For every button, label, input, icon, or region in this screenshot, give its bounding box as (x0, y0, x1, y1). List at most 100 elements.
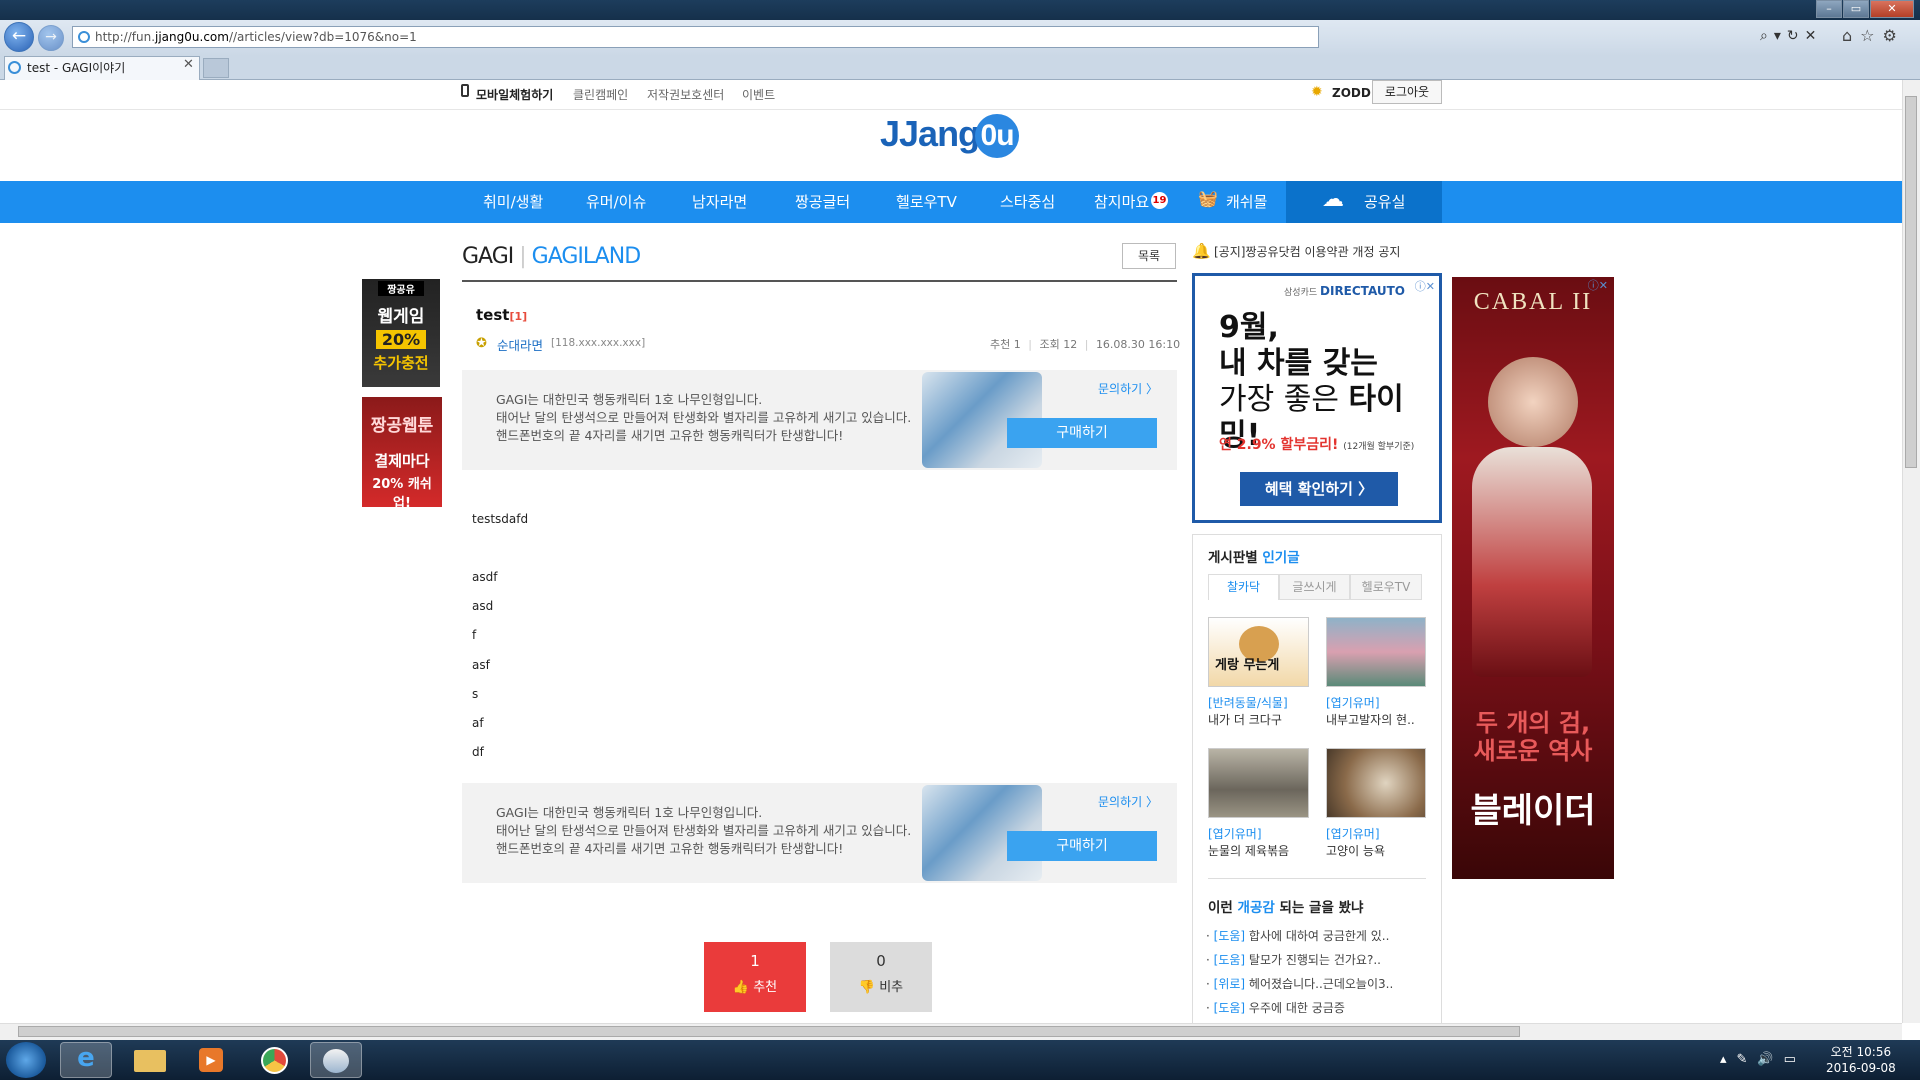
related-item[interactable]: · [도움] 우주에 대한 궁금증 (1206, 999, 1345, 1016)
clean-campaign-link[interactable]: 클린캠페인 (573, 86, 628, 103)
user-name[interactable]: ZODD (1332, 86, 1371, 100)
related-item[interactable]: · [도움] 탈모가 진행되는 건가요?.. (1206, 951, 1381, 968)
popular-title: 게시판별 인기글 (1208, 546, 1300, 566)
webtoon-ad-top: 짱공웹툰 (370, 416, 434, 436)
maximize-button[interactable]: ▭ (1843, 0, 1869, 18)
nav-item-share[interactable]: 공유실 (1364, 191, 1405, 212)
list-button[interactable]: 목록 (1122, 243, 1176, 269)
logo-mark: 0u (975, 114, 1020, 159)
close-window-button[interactable]: ✕ (1870, 0, 1914, 18)
related-item[interactable]: · [도움] 합사에 대하여 궁금한게 있.. (1206, 927, 1389, 944)
related-title-text: 탈모가 진행되는 건가요?.. (1248, 953, 1381, 967)
mobile-link[interactable]: 모바일체험하기 (476, 86, 553, 103)
tray-icons[interactable]: ▴✎🔊▭ (1720, 1052, 1806, 1067)
promo-line: GAGI는 대한민국 행동캐릭터 1호 나무인형입니다. (496, 392, 763, 407)
nav-item-hellotv[interactable]: 헬로우TV (896, 191, 957, 212)
nav-item-adult[interactable]: 참지마요 (1094, 191, 1149, 212)
bell-icon: 🔔 (1192, 242, 1211, 260)
taskbar-clock[interactable]: 오전 10:56 2016-09-08 (1826, 1044, 1896, 1076)
thumb-cat[interactable] (1326, 748, 1426, 818)
nav-item-star[interactable]: 스타중심 (1000, 191, 1055, 212)
ad-close-icon[interactable]: ⓘ✕ (1588, 277, 1608, 293)
back-button[interactable]: ← (4, 22, 34, 52)
thumb-dog[interactable]: 게랑 무는게 (1208, 617, 1309, 687)
cabal-title: 블레이더 (1470, 791, 1596, 831)
notice-link[interactable]: [공지]짱공유닷컴 이용약관 개정 공지 (1214, 243, 1400, 260)
taskbar-ie[interactable]: e (60, 1042, 112, 1078)
nav-item-humor[interactable]: 유머/이슈 (586, 191, 646, 212)
thumb-whistleblower[interactable] (1326, 617, 1426, 687)
thumb-food[interactable] (1208, 748, 1309, 818)
address-tools-icons[interactable]: ⌕▾↻✕ (1760, 28, 1822, 44)
copyright-center-link[interactable]: 저작권보호센터 (647, 86, 724, 103)
promo-top-ask-link[interactable]: 문의하기 〉 (1098, 380, 1158, 397)
basket-icon: 🧺 (1198, 189, 1218, 208)
cabal-line: 두 개의 검, (1475, 709, 1591, 737)
nav-item-writing[interactable]: 짱공글터 (795, 191, 850, 212)
event-link[interactable]: 이벤트 (742, 86, 775, 103)
promo-line: GAGI는 대한민국 행동캐릭터 1호 나무인형입니다. (496, 805, 763, 820)
taskbar-explorer[interactable] (124, 1042, 176, 1078)
window-controls: – ▭ ✕ (1815, 0, 1914, 18)
minimize-button[interactable]: – (1816, 0, 1842, 18)
taskbar-chrome[interactable] (248, 1042, 300, 1078)
recommend-button[interactable]: 1 👍 추천 (704, 942, 806, 1012)
nav-item-men[interactable]: 남자라면 (692, 191, 747, 212)
related-item[interactable]: · [위로] 헤어졌습니다..근데오늘이3.. (1206, 975, 1393, 992)
ad-brand: DIRECTAUTO (1320, 284, 1405, 298)
horizontal-scroll-thumb[interactable] (18, 1026, 1520, 1037)
cabal-ad[interactable]: CABAL II ⓘ✕ 두 개의 검, 새로운 역사 블레이더 (1452, 277, 1614, 879)
author-name[interactable]: 순대라면 (497, 335, 543, 354)
address-bar[interactable]: http://fun.jjang0u.com//articles/view?db… (72, 26, 1319, 48)
tab-title: test - GAGI이야기 (27, 61, 126, 75)
start-button[interactable] (6, 1042, 46, 1078)
taskbar-paint[interactable] (310, 1042, 362, 1078)
promo-bottom-buy-button[interactable]: 구매하기 (1007, 831, 1157, 861)
ad-cta-button[interactable]: 혜택 확인하기 〉 (1240, 472, 1398, 506)
cloud-upload-icon: ☁ (1322, 187, 1344, 212)
related-category: [위로] (1213, 977, 1246, 991)
direct-auto-ad[interactable]: 삼성카드 DIRECTAUTO ⓘ✕ 9월, 내 차를 갖는 가장 좋은 타이밍… (1192, 273, 1442, 523)
body-line: testsdafd (472, 512, 529, 526)
comment-count[interactable]: [1] (509, 310, 527, 323)
browser-tab[interactable]: test - GAGI이야기 (4, 56, 200, 80)
vertical-scroll-thumb[interactable] (1905, 96, 1917, 468)
popular-item-title[interactable]: 눈물의 제육볶음 (1208, 842, 1289, 859)
logout-button[interactable]: 로그아웃 (1372, 80, 1442, 104)
popular-item-title[interactable]: 내부고발자의 현.. (1326, 711, 1415, 728)
ad-close-icon[interactable]: ⓘ✕ (1415, 278, 1435, 294)
not-recommend-count: 0 (876, 952, 886, 970)
nav-item-shop[interactable]: 캐쉬몰 (1226, 191, 1267, 212)
tab-chalkadak[interactable]: 찰카닥 (1208, 574, 1279, 600)
forward-button[interactable]: → (38, 25, 64, 51)
webgame-ad-top: 짱공유 (378, 281, 424, 296)
popular-item-category[interactable]: [반려동물/식물] (1208, 694, 1288, 711)
webtoon-ad-mid: 결제마다 (374, 452, 430, 470)
popular-item-category[interactable]: [엽기유머] (1208, 825, 1262, 842)
nav-item-hobby[interactable]: 취미/생활 (483, 191, 543, 212)
popular-item-title[interactable]: 고양이 능욕 (1326, 842, 1385, 859)
promo-bottom-ask-link[interactable]: 문의하기 〉 (1098, 793, 1158, 810)
thumbs-up-icon: 👍 (732, 980, 750, 995)
divider (1208, 878, 1426, 879)
site-logo[interactable]: JJang0u (880, 113, 1020, 159)
taskbar-media[interactable]: ▶ (185, 1042, 237, 1078)
popular-item-category[interactable]: [엽기유머] (1326, 825, 1380, 842)
board-title: GAGI | GAGILAND (462, 244, 641, 269)
popular-title-a: 게시판별 (1208, 550, 1263, 566)
tab-writing[interactable]: 글쓰시게 (1279, 574, 1350, 600)
tab-hellotv[interactable]: 헬로우TV (1350, 574, 1422, 600)
new-tab-button[interactable] (203, 58, 229, 78)
medal-icon: ✪ (476, 336, 487, 351)
popular-item-category[interactable]: [엽기유머] (1326, 694, 1380, 711)
popular-item-title[interactable]: 내가 더 크다구 (1208, 711, 1282, 728)
not-recommend-button[interactable]: 0 👎 비추 (830, 942, 932, 1012)
tab-close-icon[interactable]: ✕ (183, 57, 194, 72)
webtoon-ad[interactable]: 짱공웹툰 결제마다 20% 캐쉬 업! (362, 397, 442, 511)
board-subname[interactable]: GAGILAND (532, 244, 641, 269)
promo-top-buy-button[interactable]: 구매하기 (1007, 418, 1157, 448)
home-favorites-settings-icons[interactable]: ⌂☆⚙ (1842, 26, 1905, 45)
ie-page-icon (78, 31, 90, 43)
webgame-ad[interactable]: 짱공유 웹게임 20% 추가충전 (362, 279, 440, 387)
ad-line: 내 차를 갖는 (1219, 346, 1378, 381)
